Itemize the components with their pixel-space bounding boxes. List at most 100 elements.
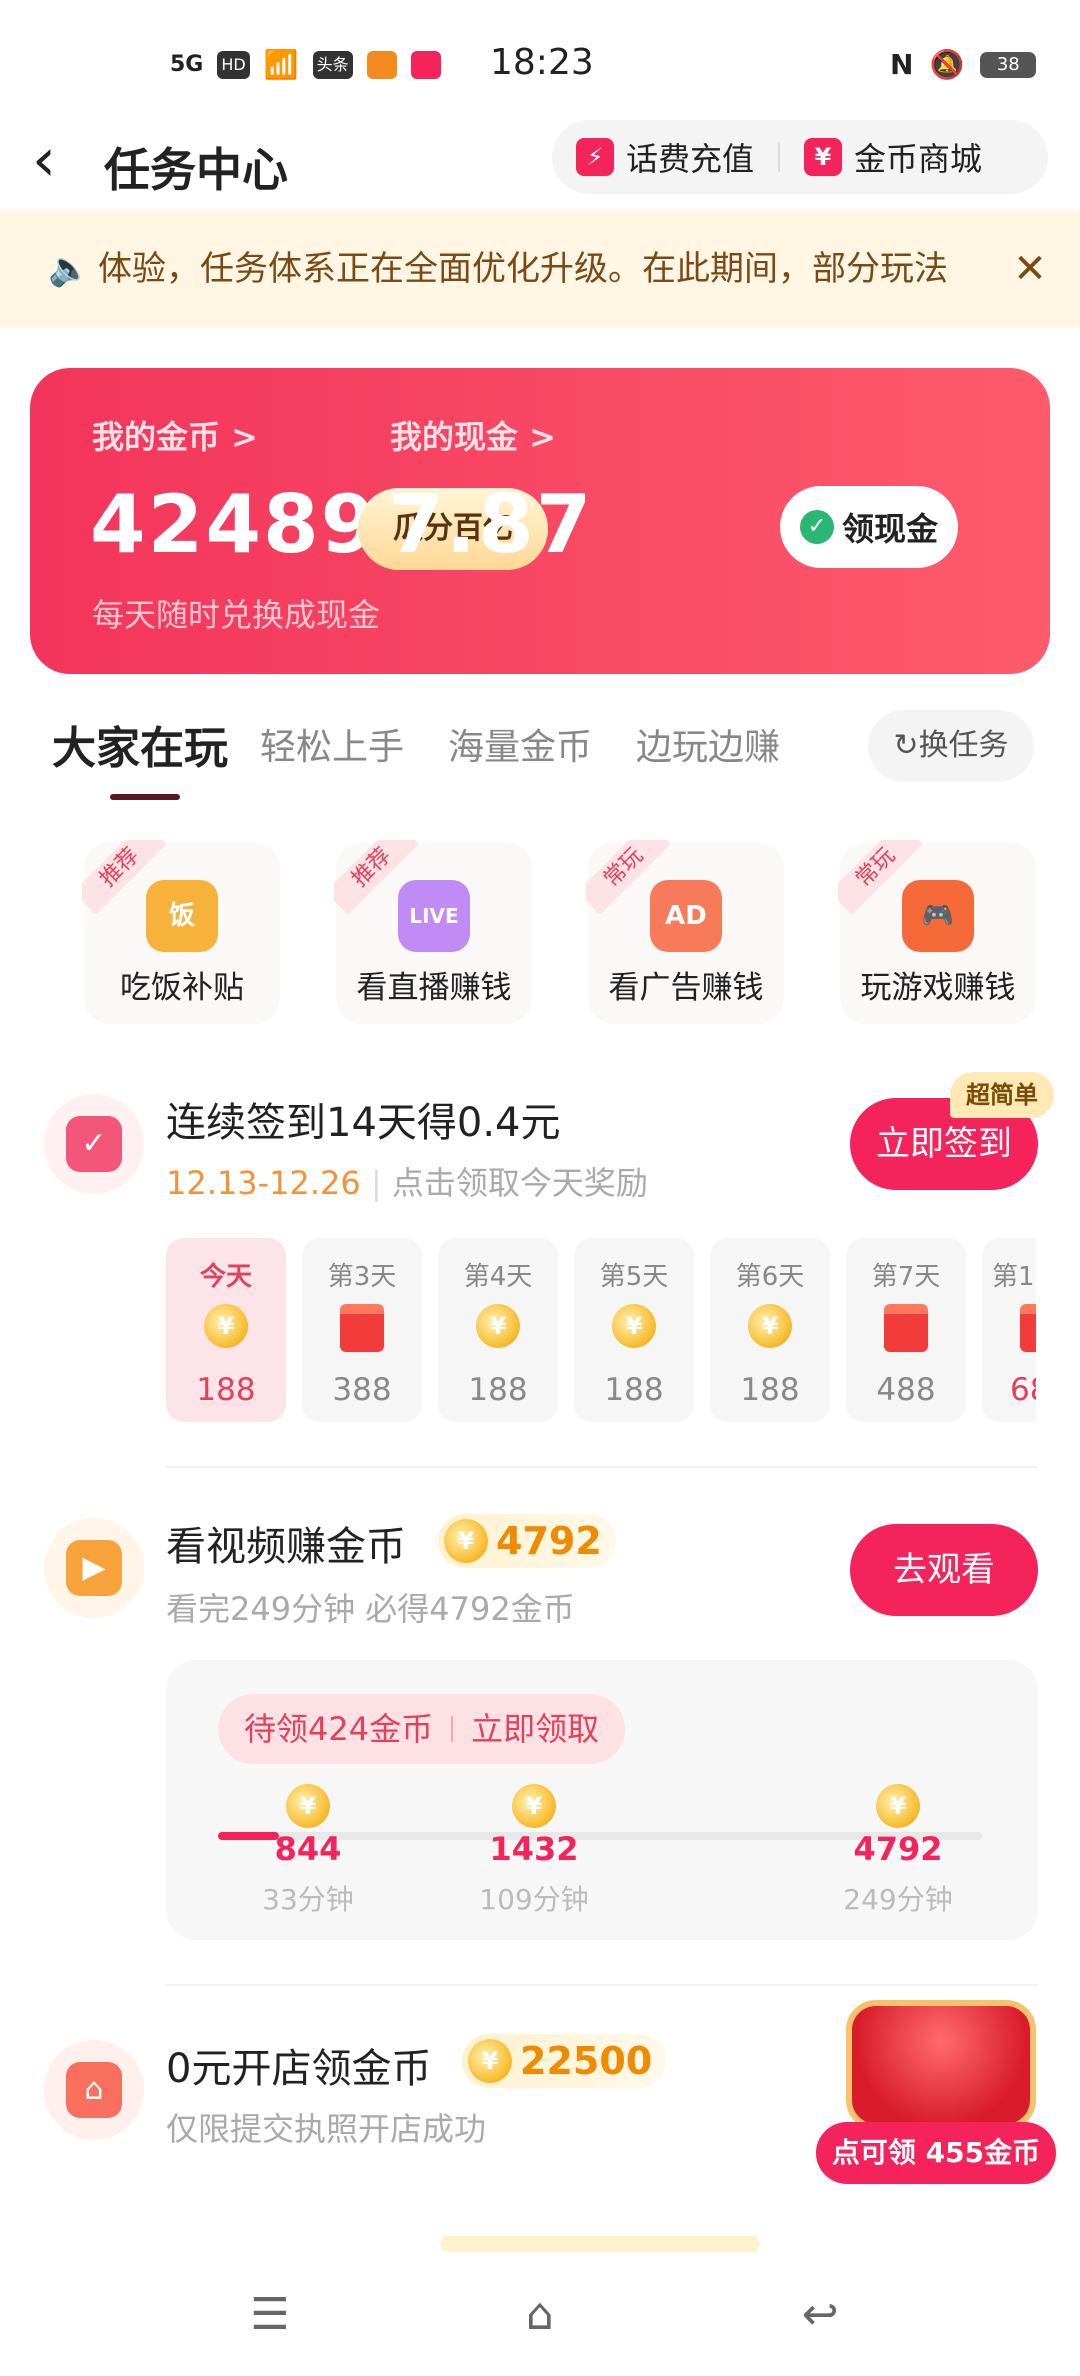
day-label: 第3天 [327, 1262, 397, 1292]
milestone: ¥ 1432 109分钟 [474, 1784, 594, 1918]
coin-mall-button[interactable]: ¥ 金币商城 [780, 120, 1006, 194]
gift-box-icon [876, 1304, 936, 1352]
pending-coins-label: 待领424金币 [244, 1710, 434, 1748]
section-divider [166, 1984, 1038, 1986]
signin-day[interactable]: 第6天 ¥ 188 [710, 1238, 830, 1422]
header-actions: ⚡ 话费充值 ¥ 金币商城 [552, 120, 1048, 194]
day-label: 第4天 [463, 1262, 533, 1292]
wallet-card: 我的金币 > 42489 瓜分百亿 我的现金 > 7.87 ✓ 领现金 每天随时… [30, 368, 1050, 674]
day-reward: 188 [604, 1372, 664, 1408]
coin-stack-icon: ¥ [474, 1784, 594, 1834]
milestone: ¥ 4792 249分钟 [838, 1784, 958, 1918]
signin-day[interactable]: 第1 68 [982, 1238, 1036, 1422]
system-nav-bar: ☰ ⌂ ↩ [0, 2252, 1080, 2376]
day-label: 今天 [199, 1262, 252, 1292]
coins-value: 42489 [90, 478, 379, 571]
coin-icon: ¥ [444, 1519, 488, 1563]
withdraw-cash-label: 领现金 [841, 510, 938, 548]
claim-now-label: 立即领取 [471, 1710, 600, 1748]
page-title: 任务中心 [104, 143, 288, 197]
tab-underline [110, 794, 180, 800]
recharge-label: 话费充值 [626, 140, 755, 178]
withdraw-cash-button[interactable]: ✓ 领现金 [780, 486, 958, 568]
video-subtitle: 看完249分钟 必得4792金币 [166, 1590, 575, 1628]
tab-play-earn[interactable]: 边玩边赚 [636, 718, 780, 770]
ad-tv-icon: AD [650, 880, 722, 952]
status-icons-right: N 🔕 38 [890, 48, 1037, 81]
video-task-icon-wrap: ▶ [44, 1518, 144, 1618]
coin-stack-icon: ¥ [740, 1304, 800, 1352]
video-coin-value: 4792 [496, 1519, 602, 1563]
day-label: 第6天 [735, 1262, 805, 1292]
pending-coins-pill[interactable]: 待领424金币 立即领取 [218, 1694, 626, 1764]
day-label: 第1 [992, 1262, 1035, 1292]
milestone-value: 4792 [853, 1830, 943, 1868]
category-live-stream[interactable]: 推荐 LIVE 看直播赚钱 [334, 840, 532, 1024]
menu-icon[interactable]: ☰ [240, 2288, 300, 2342]
video-coin-badge: ¥ 4792 [438, 1514, 616, 1568]
treasure-chest-icon[interactable] [846, 2000, 1036, 2130]
gamepad-icon: 🎮 [902, 880, 974, 952]
signin-day[interactable]: 第7天 488 [846, 1238, 966, 1422]
day-reward: 388 [332, 1372, 392, 1408]
my-cash-link[interactable]: 我的现金 > [390, 412, 556, 458]
milestone: ¥ 844 33分钟 [248, 1784, 368, 1918]
super-easy-badge: 超简单 [950, 1072, 1054, 1118]
category-label: 玩游戏赚钱 [860, 970, 1016, 1006]
notice-banner: 🔈 体验，任务体系正在全面优化升级。在此期间，部分玩法 ✕ [0, 210, 1080, 328]
calendar-icon: ✓ [66, 1116, 122, 1172]
category-meal-subsidy[interactable]: 推荐 饭 吃饭补贴 [82, 840, 280, 1024]
video-progress-box: 待领424金币 立即领取 ¥ 844 33分钟 ¥ 1432 109分钟 ¥ 4… [166, 1660, 1038, 1940]
milestone-value: 1432 [489, 1830, 579, 1868]
task-tabs: 大家在玩 轻松上手 海量金币 边玩边赚 ↻换任务 [0, 700, 1080, 800]
shop-icon: ⌂ [66, 2062, 122, 2118]
check-icon: ✓ [799, 510, 834, 544]
coin-stack-icon: ¥ [468, 1304, 528, 1352]
signin-title: 连续签到14天得0.4元 [166, 1100, 561, 1146]
swap-tasks-label: 换任务 [918, 728, 1009, 763]
status-icons-left: 5G HD 📶 头条 [170, 48, 441, 81]
category-play-games[interactable]: 常玩 🎮 玩游戏赚钱 [838, 840, 1036, 1024]
signin-divider: | [370, 1164, 382, 1202]
tab-easy[interactable]: 轻松上手 [260, 718, 404, 770]
battery-indicator: 38 [980, 51, 1037, 78]
watch-video-button[interactable]: 去观看 [850, 1524, 1038, 1616]
chest-claim-badge[interactable]: 点可领 455金币 [816, 2122, 1056, 2184]
my-coins-link[interactable]: 我的金币 > [92, 412, 258, 458]
network-indicator: 5G [170, 52, 204, 77]
signin-day[interactable]: 第4天 ¥ 188 [438, 1238, 558, 1422]
close-icon[interactable]: ✕ [1000, 210, 1060, 328]
back-icon[interactable]: ↩ [790, 2288, 850, 2342]
recharge-button[interactable]: ⚡ 话费充值 [552, 120, 778, 194]
wifi-icon: 📶 [263, 48, 299, 81]
category-label: 看直播赚钱 [356, 970, 512, 1006]
shop-task-icon-wrap: ⌂ [44, 2040, 144, 2140]
tab-massive-coins[interactable]: 海量金币 [448, 718, 592, 770]
ticket-icon: ¥ [804, 138, 843, 176]
swap-tasks-button[interactable]: ↻换任务 [868, 710, 1034, 782]
day-reward: 188 [740, 1372, 800, 1408]
next-item-coin-badge [440, 2236, 760, 2252]
signin-day[interactable]: 第5天 ¥ 188 [574, 1238, 694, 1422]
gift-box-icon [332, 1304, 392, 1352]
day-label: 第7天 [871, 1262, 941, 1292]
home-icon[interactable]: ⌂ [510, 2288, 570, 2342]
signin-subtitle: 12.13-12.26 | 点击领取今天奖励 [166, 1158, 648, 1204]
category-label: 吃饭补贴 [120, 970, 244, 1006]
back-arrow-icon[interactable]: ‹ [32, 130, 82, 196]
shop-title: 0元开店领金币 [166, 2046, 432, 2092]
signin-day[interactable]: 第3天 388 [302, 1238, 422, 1422]
coin-stack-icon: ¥ [604, 1304, 664, 1352]
category-label: 看广告赚钱 [608, 970, 764, 1006]
day-reward: 68 [1010, 1372, 1036, 1408]
coin-stack-icon: ¥ [248, 1784, 368, 1834]
signin-days-strip[interactable]: 今天 ¥ 188 第3天 388 第4天 ¥ 188 第5天 ¥ 188 第6天… [166, 1238, 1036, 1424]
day-label: 第5天 [599, 1262, 669, 1292]
mute-icon: 🔕 [929, 48, 965, 81]
milestone-time: 109分钟 [479, 1883, 589, 1916]
tab-popular[interactable]: 大家在玩 [52, 712, 228, 776]
noodle-bowl-icon: 饭 [146, 880, 218, 952]
signin-day[interactable]: 今天 ¥ 188 [166, 1238, 286, 1422]
category-watch-ads[interactable]: 常玩 AD 看广告赚钱 [586, 840, 784, 1024]
app-notification-icon [366, 50, 397, 79]
